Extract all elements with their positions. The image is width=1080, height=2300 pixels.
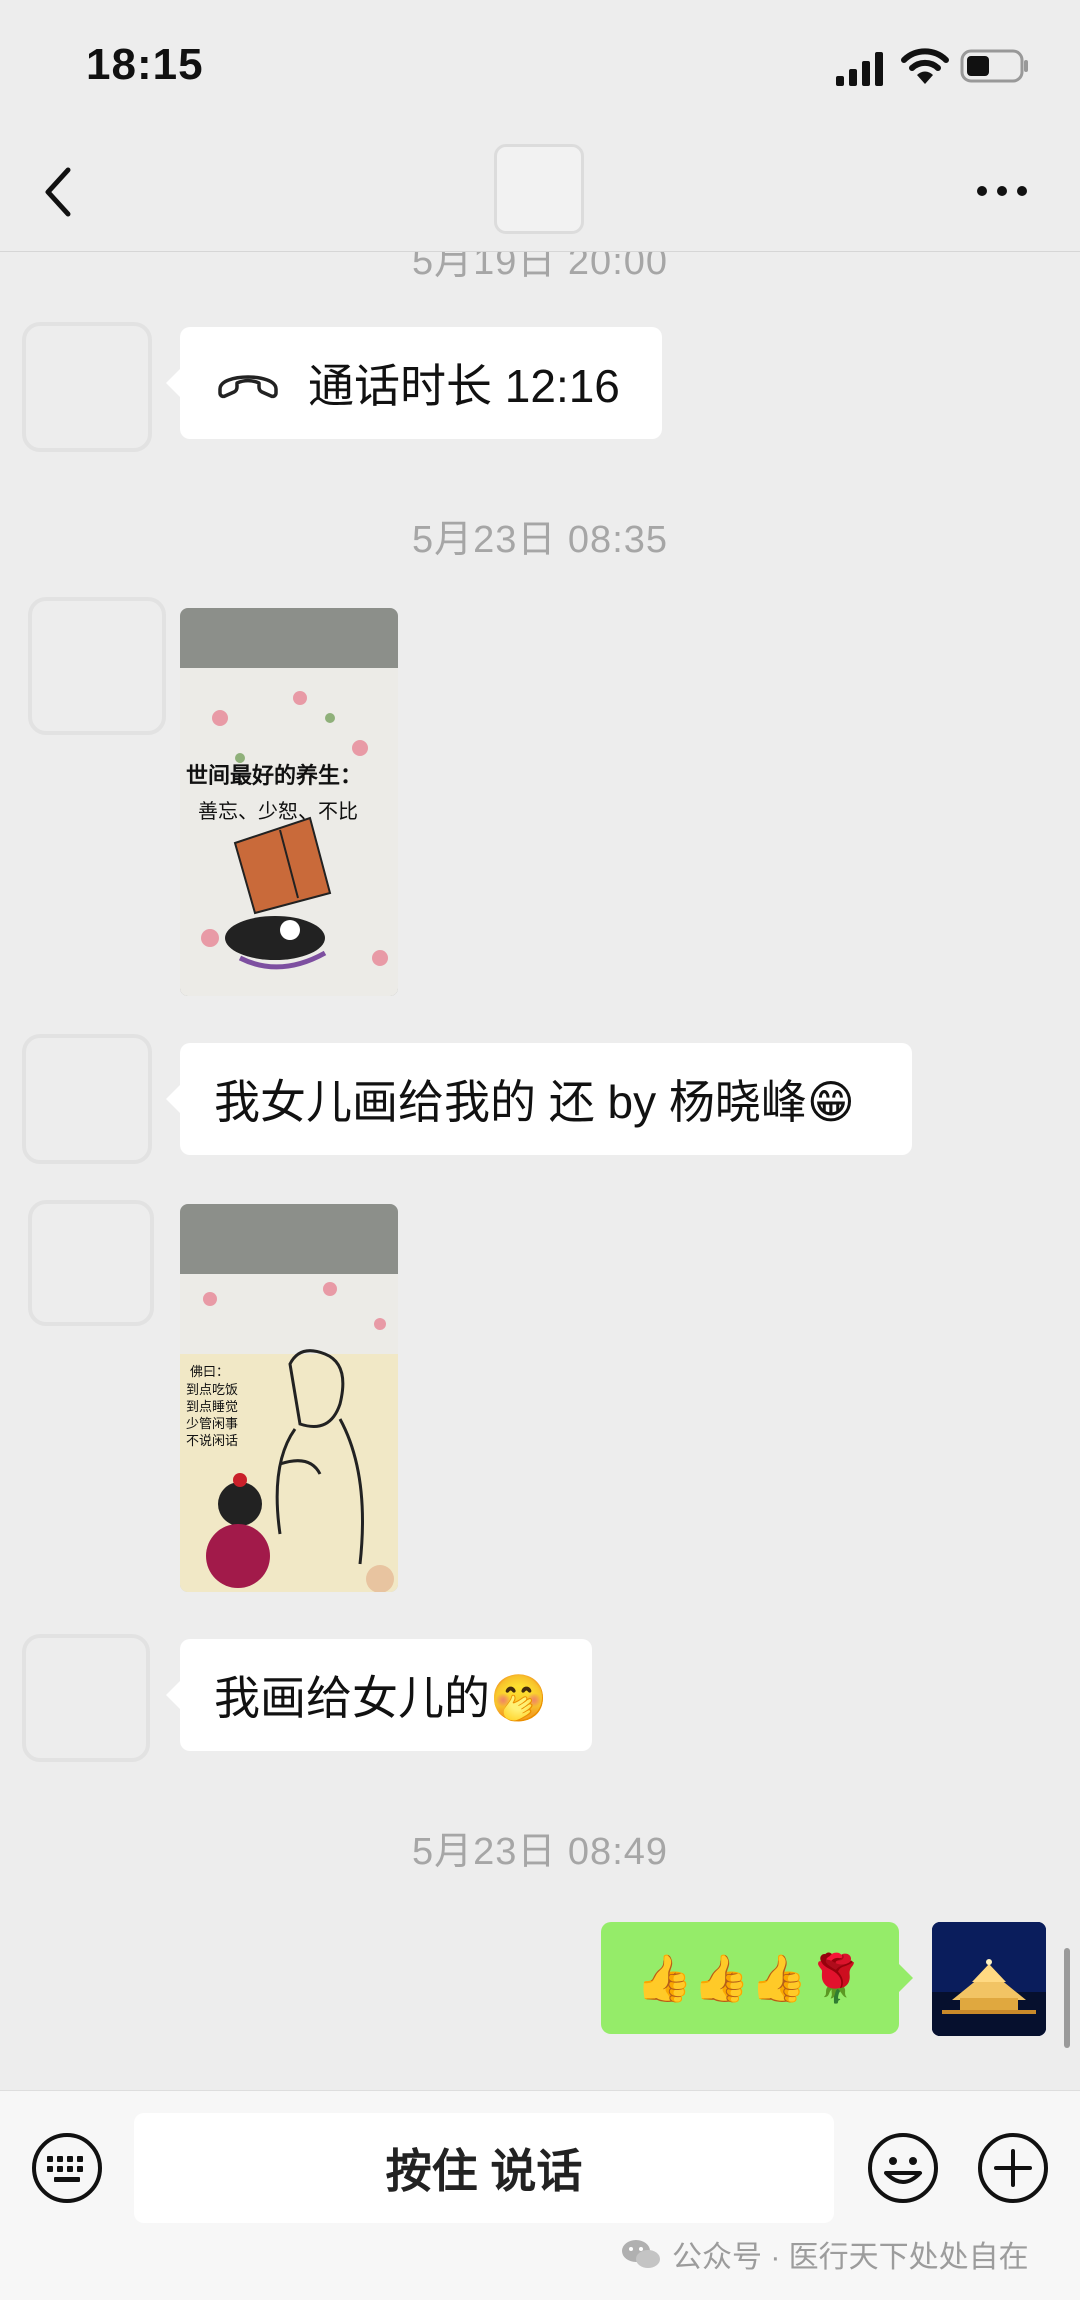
keyboard-icon[interactable] (30, 2131, 104, 2205)
image-caption-line: 到点睡觉 (186, 1400, 238, 1415)
timestamp: 5月19日 20:00 (411, 252, 669, 283)
sender-avatar[interactable] (28, 1200, 154, 1326)
status-bar: 18:15 (0, 0, 1080, 130)
sender-avatar[interactable] (22, 1034, 152, 1164)
wifi-icon (901, 48, 949, 84)
image-message[interactable]: 世间最好的养生： 善忘、少恕、不比 (180, 608, 398, 996)
back-arrow-icon[interactable] (36, 162, 84, 222)
sender-avatar[interactable] (22, 1634, 150, 1762)
call-record-bubble[interactable]: 通话时长 12:16 (166, 327, 662, 439)
my-message-bubble[interactable]: 👍👍👍🌹 (601, 1922, 913, 2034)
plus-icon[interactable] (976, 2131, 1050, 2205)
image-handwritten-title: 世间最好的养生： (186, 763, 362, 789)
message-text: 我女儿画给我的 还 by 杨晓峰😁 (214, 1076, 855, 1128)
text-message-bubble[interactable]: 我女儿画给我的 还 by 杨晓峰😁 (166, 1043, 912, 1155)
image-caption-line: 佛曰： (190, 1365, 229, 1380)
drawing-photo: 世间最好的养生： 善忘、少恕、不比 (180, 608, 398, 996)
watermark: 公众号 · 医行天下处处自在 (620, 2232, 1029, 2276)
more-options-icon[interactable] (972, 176, 1032, 206)
temple-night-photo (932, 1922, 1046, 2036)
message-list[interactable]: 5月19日 20:00 通话时长 12:16 5月23日 08:35 世间最好的… (0, 252, 1080, 2090)
image-handwritten-subtitle: 善忘、少恕、不比 (198, 799, 358, 823)
sender-avatar[interactable] (22, 322, 152, 452)
sender-avatar[interactable] (28, 597, 166, 735)
image-caption-line: 少管闲事 (186, 1417, 238, 1432)
chat-screen: 18:15 5月19日 20:00 通话时长 12:16 5月23日 08:35… (0, 0, 1080, 2300)
wechat-icon (622, 2240, 660, 2268)
image-caption-line: 不说闲话 (186, 1434, 238, 1449)
image-caption-line: 到点吃饭 (186, 1382, 238, 1398)
hold-to-talk-button[interactable]: 按住 说话 (134, 2113, 834, 2223)
emoji-icon[interactable] (866, 2131, 940, 2205)
my-avatar[interactable] (932, 1922, 1046, 2036)
cellular-signal-icon (836, 52, 883, 86)
image-message[interactable]: 佛曰： 到点吃饭 到点睡觉 少管闲事 不说闲话 (180, 1204, 398, 1592)
timestamp: 5月23日 08:49 (411, 1831, 669, 1873)
hang-up-phone-icon (218, 375, 278, 399)
watermark-text: 公众号 · 医行天下处处自在 (672, 2241, 1029, 2274)
navigation-bar (0, 130, 1080, 252)
battery-icon (960, 49, 1028, 83)
message-text: 👍👍👍🌹 (635, 1951, 865, 2004)
scrollbar[interactable] (1064, 1948, 1070, 2048)
message-text: 我画给女儿的🤭 (214, 1672, 548, 1724)
text-message-bubble[interactable]: 我画给女儿的🤭 (166, 1639, 592, 1751)
timestamp: 5月23日 08:35 (411, 519, 669, 561)
contact-avatar[interactable] (494, 144, 584, 234)
status-time: 18:15 (86, 40, 204, 89)
call-duration-text: 通话时长 12:16 (308, 360, 620, 412)
drawing-photo: 佛曰： 到点吃饭 到点睡觉 少管闲事 不说闲话 (180, 1204, 398, 1592)
